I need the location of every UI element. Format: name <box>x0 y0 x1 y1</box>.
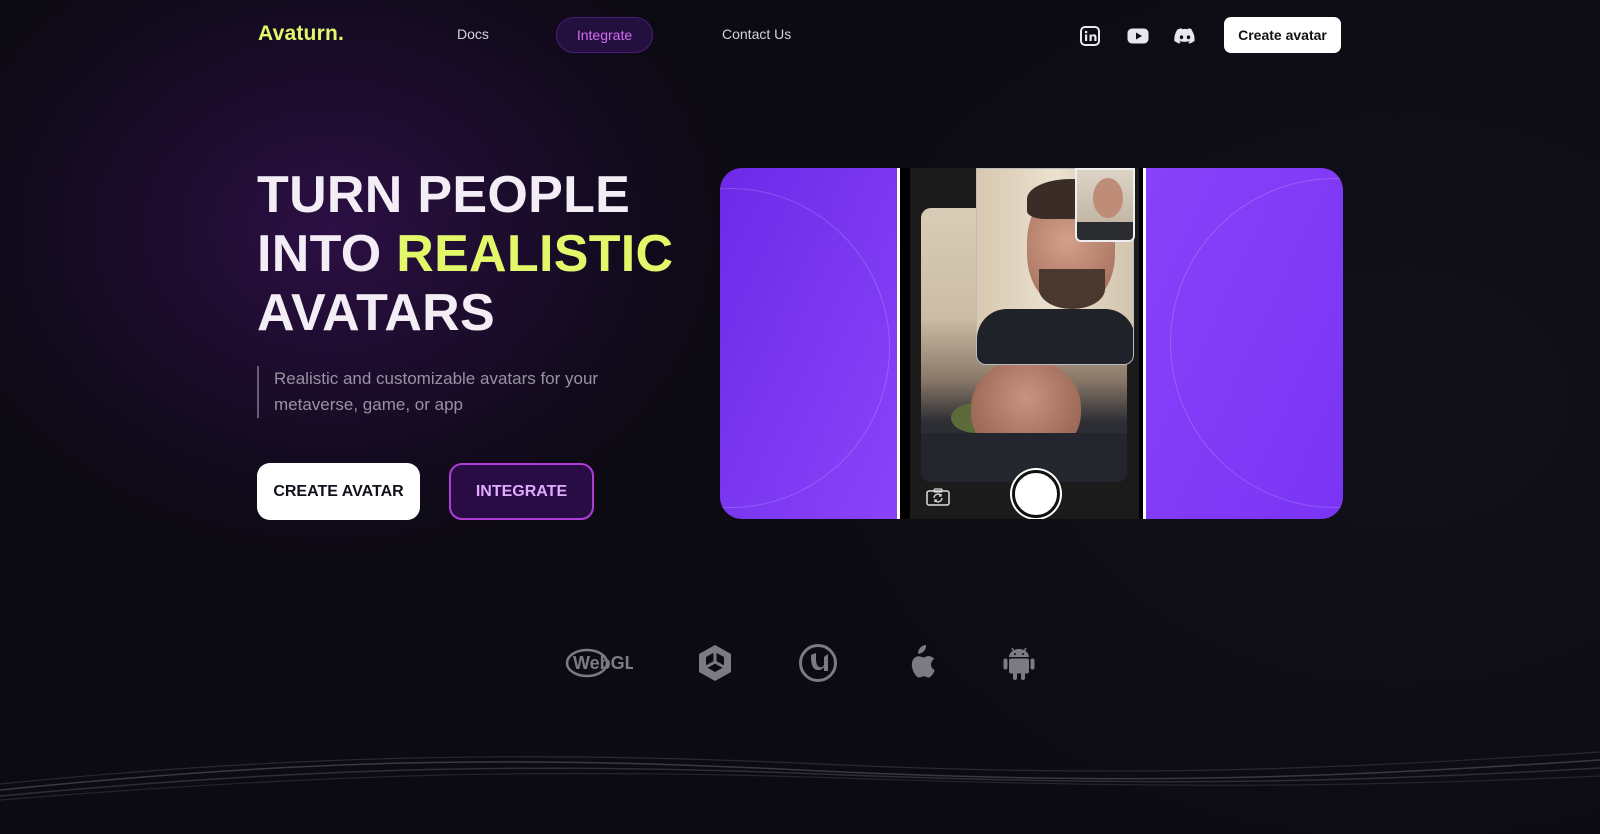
hero-title-highlight: REALISTIC <box>396 225 674 283</box>
camera-shutter-button[interactable] <box>1012 470 1060 518</box>
camera-screen <box>910 168 1139 519</box>
nav-link-integrate[interactable]: Integrate <box>556 17 653 53</box>
hero-title-line-1: TURN PEOPLE <box>257 166 631 224</box>
camera-profile-thumbnail <box>1075 168 1135 242</box>
nav-link-docs[interactable]: Docs <box>457 26 489 42</box>
top-nav: Avaturn. Docs Integrate Contact Us Creat… <box>0 0 1600 70</box>
discord-icon[interactable] <box>1174 25 1196 47</box>
hero-video-preview <box>720 168 1343 519</box>
phone-mockup <box>897 168 1146 519</box>
hero-title-into: INTO <box>257 225 397 283</box>
hero-title-line-3: AVATARS <box>257 284 496 342</box>
unity-logo <box>697 643 733 683</box>
unreal-logo <box>798 643 838 683</box>
create-avatar-button[interactable]: CREATE AVATAR <box>257 463 420 520</box>
decorative-waves <box>0 751 1600 801</box>
youtube-icon[interactable] <box>1127 25 1149 47</box>
logo[interactable]: Avaturn. <box>258 22 344 46</box>
create-avatar-nav-button[interactable]: Create avatar <box>1224 17 1341 53</box>
hero-subtitle: Realistic and customizable avatars for y… <box>257 366 617 418</box>
hero-title-line-2: INTO REALISTIC <box>257 225 697 284</box>
android-logo <box>1001 643 1037 683</box>
hero-title: TURN PEOPLE INTO REALISTIC AVATARS <box>257 166 697 343</box>
webgl-logo: WebGL <box>565 643 633 683</box>
linkedin-icon[interactable] <box>1079 25 1101 47</box>
apple-logo <box>903 643 937 683</box>
decorative-arc <box>720 188 890 508</box>
integrate-button[interactable]: INTEGRATE <box>449 463 594 520</box>
webgl-logo-text: WebGL <box>573 653 633 673</box>
decorative-arc <box>1170 178 1343 508</box>
camera-flip-icon[interactable] <box>926 488 950 506</box>
nav-link-contact-us[interactable]: Contact Us <box>722 26 791 42</box>
